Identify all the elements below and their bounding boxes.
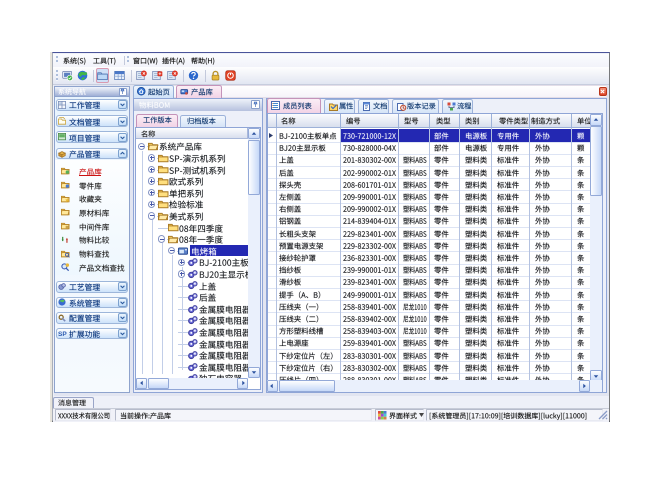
svg-text:SP: SP: [58, 331, 67, 338]
